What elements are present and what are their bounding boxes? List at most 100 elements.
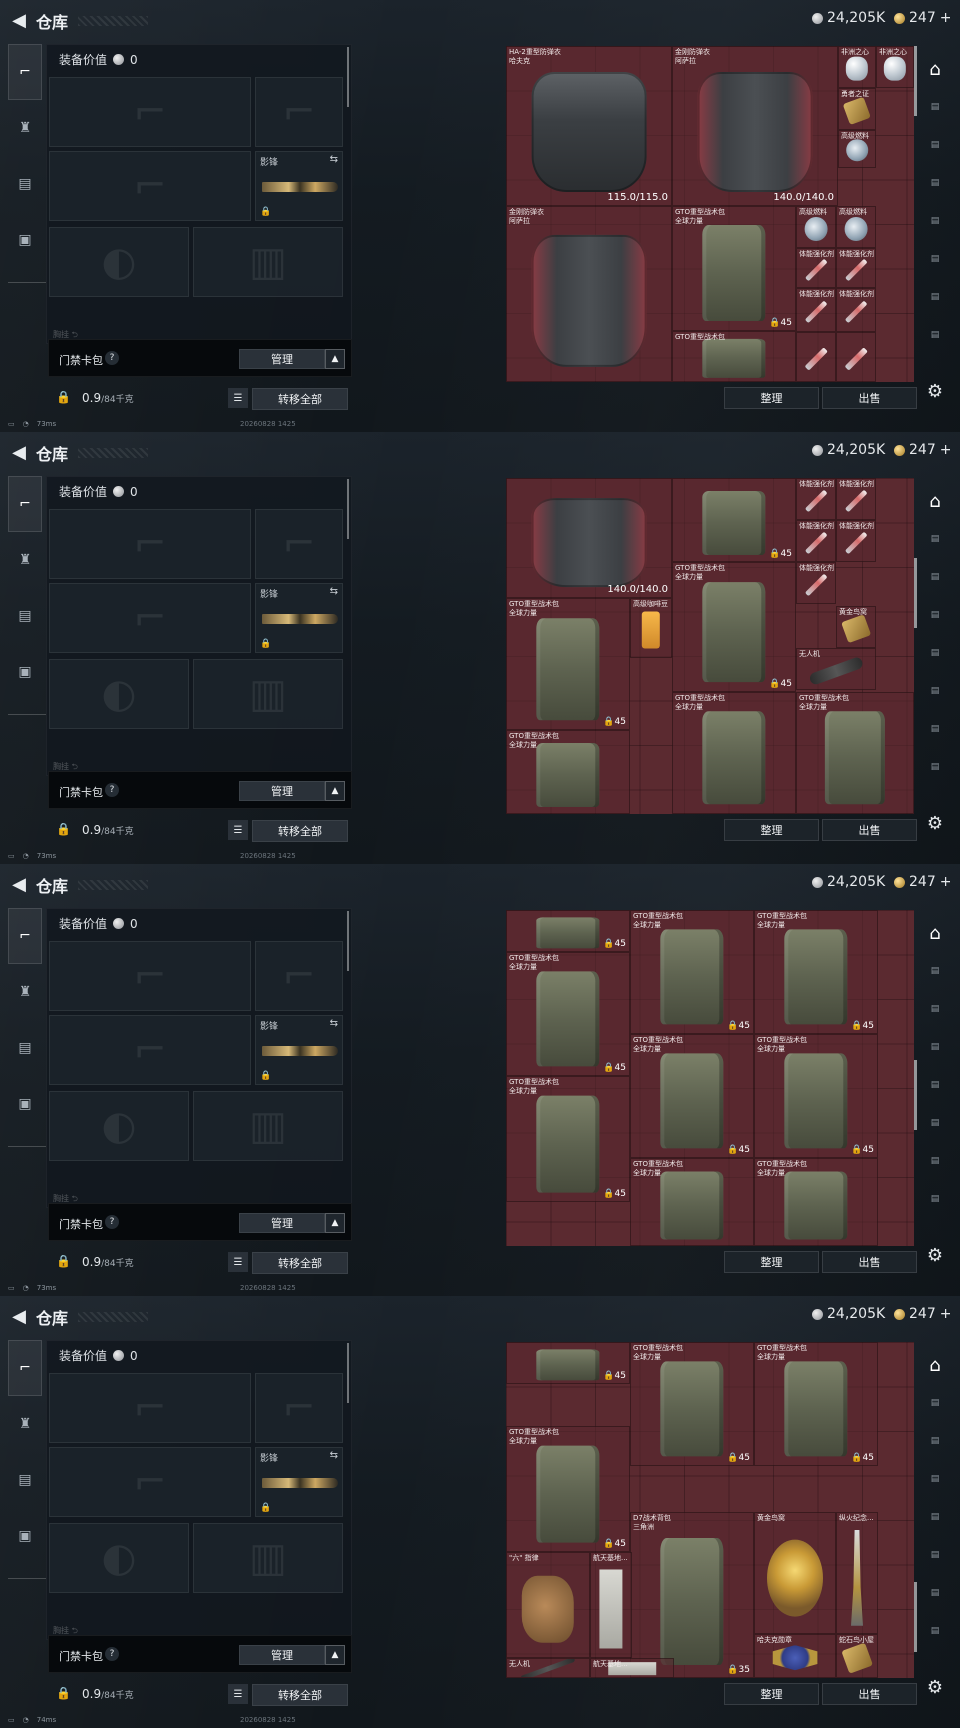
stash-item[interactable]: GTO重型战术包 全球力量 🔒45: [506, 1426, 630, 1552]
silver-currency[interactable]: 24,205K: [812, 442, 885, 458]
helmet-tab-icon[interactable]: ♜: [8, 532, 42, 588]
stash-item[interactable]: 高级咖啡豆: [630, 598, 672, 658]
stash-item[interactable]: 高级燃料: [836, 206, 876, 248]
storage-page-tab[interactable]: ▤: [920, 1578, 950, 1608]
help-icon[interactable]: ?: [105, 1647, 119, 1661]
gear-icon[interactable]: ⚙: [924, 812, 946, 834]
home-storage-icon[interactable]: ⌂: [920, 486, 950, 516]
helmet-tab-icon[interactable]: ♜: [8, 100, 42, 156]
storage-page-tab[interactable]: ▤: [920, 676, 950, 706]
helmet-tab-icon[interactable]: ♜: [8, 964, 42, 1020]
home-storage-icon[interactable]: ⌂: [920, 918, 950, 948]
stash-scroll-thumb[interactable]: [914, 46, 917, 116]
plus-icon[interactable]: +: [940, 10, 952, 26]
armor-tab-icon[interactable]: ▤: [8, 1020, 42, 1076]
weapon-tab-icon[interactable]: ⌐: [8, 1340, 42, 1396]
secondary-weapon-slot[interactable]: ⌐: [49, 583, 251, 653]
stash-item[interactable]: GTO重型战术包 全球力量 🔒45: [630, 1342, 754, 1466]
stash-item[interactable]: 体能强化剂: [836, 288, 876, 332]
stash-scrollbar[interactable]: [914, 910, 917, 1246]
stash-item[interactable]: 140.0/140.0: [506, 478, 672, 598]
silver-currency[interactable]: 24,205K: [812, 874, 885, 890]
stash-item[interactable]: 高级燃料: [796, 206, 836, 248]
bag-tab-icon[interactable]: ▣: [8, 212, 42, 268]
collapse-chevron-icon[interactable]: ▲: [325, 781, 345, 801]
gear-icon[interactable]: ⚙: [924, 1244, 946, 1266]
list-icon[interactable]: ☰: [228, 388, 248, 408]
sell-button[interactable]: 出售: [822, 1251, 917, 1273]
armor-slot[interactable]: ▥: [193, 1091, 343, 1161]
manage-button[interactable]: 管理: [239, 781, 325, 801]
sort-button[interactable]: 整理: [724, 387, 819, 409]
melee-slot[interactable]: 影锋 ⇆ 🔒: [255, 1447, 343, 1517]
armor-slot[interactable]: ▥: [193, 1523, 343, 1593]
gold-currency[interactable]: 247 +: [894, 10, 951, 26]
melee-slot[interactable]: 影锋 ⇆ 🔒: [255, 1015, 343, 1085]
gold-currency[interactable]: 247 +: [894, 874, 951, 890]
helmet-slot[interactable]: ◐: [49, 1523, 189, 1593]
swap-icon[interactable]: ⇆: [330, 586, 338, 597]
sell-button[interactable]: 出售: [822, 1683, 917, 1705]
stash-item[interactable]: GTO重型战术包 全球力量 🔒45: [506, 598, 630, 730]
secondary-weapon-slot[interactable]: ⌐: [49, 1015, 251, 1085]
storage-page-tab[interactable]: ▤: [920, 320, 950, 350]
storage-page-tab[interactable]: ▤: [920, 714, 950, 744]
pistol-slot[interactable]: ⌐: [255, 1373, 343, 1443]
storage-page-tab[interactable]: ▤: [920, 282, 950, 312]
stash-scrollbar[interactable]: [914, 478, 917, 814]
melee-slot[interactable]: 影锋 ⇆ 🔒: [255, 151, 343, 221]
bag-tab-icon[interactable]: ▣: [8, 1508, 42, 1564]
equipment-scrollbar[interactable]: [347, 911, 349, 971]
armor-tab-icon[interactable]: ▤: [8, 1452, 42, 1508]
storage-page-tab[interactable]: ▤: [920, 1146, 950, 1176]
storage-page-tab[interactable]: ▤: [920, 600, 950, 630]
weapon-tab-icon[interactable]: ⌐: [8, 908, 42, 964]
melee-slot[interactable]: 影锋 ⇆ 🔒: [255, 583, 343, 653]
stash-item[interactable]: 体能强化剂: [836, 520, 876, 562]
stash-item[interactable]: 航天基地...: [590, 1552, 632, 1658]
weapon-tab-icon[interactable]: ⌐: [8, 476, 42, 532]
stash-item[interactable]: GTO重型战术包 全球力量 🔒45: [506, 952, 630, 1076]
collapse-chevron-icon[interactable]: ▲: [325, 1645, 345, 1665]
stash-item[interactable]: 蛇石鸟小屋: [836, 1634, 878, 1678]
bag-tab-icon[interactable]: ▣: [8, 644, 42, 700]
transfer-all-button[interactable]: 转移全部: [252, 388, 348, 410]
stash-item[interactable]: GTO重型战术包 全球力量 🔒45: [506, 1076, 630, 1202]
stash-scroll-thumb[interactable]: [914, 558, 917, 628]
equipment-scrollbar[interactable]: [347, 479, 349, 539]
swap-icon[interactable]: ⇆: [330, 1450, 338, 1461]
manage-button[interactable]: 管理: [239, 1645, 325, 1665]
silver-currency[interactable]: 24,205K: [812, 10, 885, 26]
stash-scroll-thumb[interactable]: [914, 1060, 917, 1130]
primary-weapon-slot[interactable]: ⌐: [49, 941, 251, 1011]
stash-item[interactable]: 无人机: [506, 1658, 590, 1678]
back-arrow-icon[interactable]: ◀: [8, 440, 30, 464]
storage-page-tab[interactable]: ▤: [920, 1032, 950, 1062]
pistol-slot[interactable]: ⌐: [255, 941, 343, 1011]
secondary-weapon-slot[interactable]: ⌐: [49, 1447, 251, 1517]
armor-slot[interactable]: ▥: [193, 227, 343, 297]
stash-item[interactable]: GTO重型战术包 全球力量 🔒45: [630, 910, 754, 1034]
stash-item[interactable]: GTO重型战术包 全球力量 🔒45: [754, 1034, 878, 1158]
stash-item[interactable]: 高级燃料: [838, 130, 876, 168]
plus-icon[interactable]: +: [940, 874, 952, 890]
back-arrow-icon[interactable]: ◀: [8, 1304, 30, 1328]
storage-page-tab[interactable]: ▤: [920, 524, 950, 554]
stash-item[interactable]: GTO重型战术包 全球力量 🔒45: [754, 910, 878, 1034]
stash-item[interactable]: 纵火纪念...: [836, 1512, 878, 1634]
weapon-tab-icon[interactable]: ⌐: [8, 44, 42, 100]
armor-tab-icon[interactable]: ▤: [8, 588, 42, 644]
stash-item[interactable]: 体能强化剂: [796, 478, 836, 520]
helmet-slot[interactable]: ◐: [49, 227, 189, 297]
stash-item[interactable]: GTO重型战术包 全球力量: [506, 730, 630, 814]
bag-tab-icon[interactable]: ▣: [8, 1076, 42, 1132]
storage-page-tab[interactable]: ▤: [920, 168, 950, 198]
gear-icon[interactable]: ⚙: [924, 380, 946, 402]
sell-button[interactable]: 出售: [822, 819, 917, 841]
stash-scrollbar[interactable]: [914, 1342, 917, 1678]
back-arrow-icon[interactable]: ◀: [8, 872, 30, 896]
stash-item[interactable]: 体能强化剂: [796, 288, 836, 332]
silver-currency[interactable]: 24,205K: [812, 1306, 885, 1322]
storage-page-tab[interactable]: ▤: [920, 1108, 950, 1138]
armor-slot[interactable]: ▥: [193, 659, 343, 729]
